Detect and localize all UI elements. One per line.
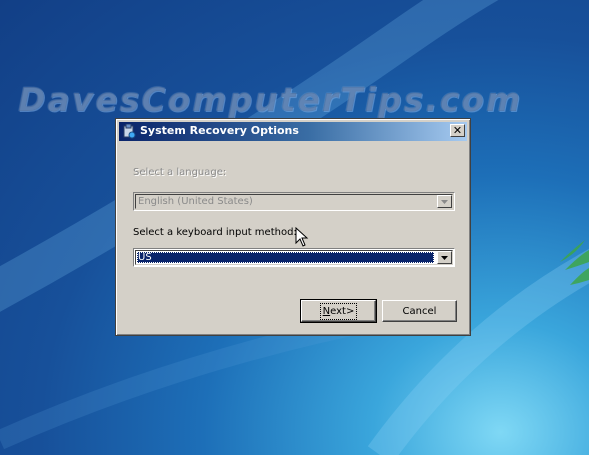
cancel-button[interactable]: Cancel (382, 300, 457, 322)
recovery-tools-icon (122, 123, 136, 139)
chevron-down-icon (441, 255, 448, 260)
language-dropdown-button (437, 195, 452, 208)
close-icon: ✕ (452, 124, 463, 137)
dialog-title: System Recovery Options (140, 124, 299, 137)
system-recovery-dialog: System Recovery Options ✕ Select a langu… (115, 118, 471, 336)
chevron-down-icon (441, 199, 448, 204)
keyboard-select-value: US (137, 252, 434, 263)
dialog-titlebar[interactable]: System Recovery Options ✕ (119, 122, 467, 141)
keyboard-dropdown-button[interactable] (437, 251, 452, 264)
keyboard-select-frame: US (135, 250, 453, 265)
keyboard-select[interactable]: US (133, 248, 455, 267)
language-select-frame: English (United States) (135, 194, 453, 209)
language-select-value: English (United States) (138, 196, 253, 207)
next-button-label: Next> (319, 302, 358, 320)
cancel-button-label: Cancel (402, 305, 437, 317)
close-button[interactable]: ✕ (450, 124, 465, 137)
keyboard-label: Select a keyboard input method: (133, 227, 297, 238)
watermark-text: DavesComputerTips.com (18, 80, 523, 119)
mouse-pointer-icon (295, 227, 309, 247)
next-button[interactable]: Next> (300, 299, 377, 323)
language-label: Select a language: (133, 167, 227, 178)
language-select: English (United States) (133, 192, 455, 211)
